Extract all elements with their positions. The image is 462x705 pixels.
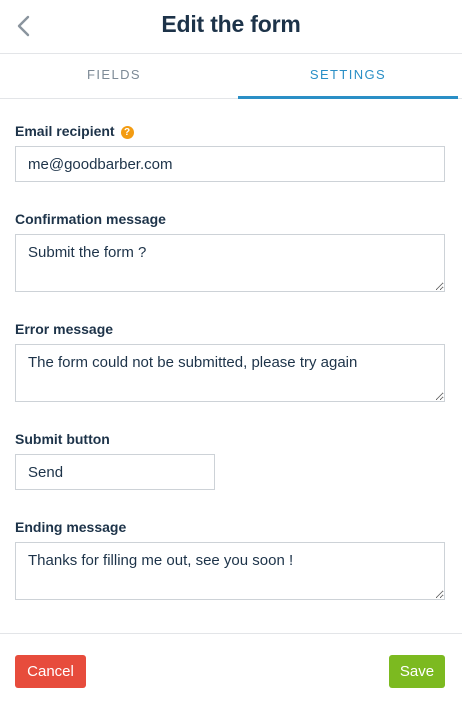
save-button[interactable]: Save xyxy=(389,655,445,688)
footer-divider xyxy=(0,633,462,634)
tab-bar: FIELDS SETTINGS xyxy=(0,55,462,99)
tab-fields[interactable]: FIELDS xyxy=(0,55,228,99)
ending-message-textarea[interactable]: Thanks for filling me out, see you soon … xyxy=(15,542,445,600)
email-recipient-label-text: Email recipient xyxy=(15,123,115,139)
submit-button-input[interactable] xyxy=(15,454,215,490)
tab-settings[interactable]: SETTINGS xyxy=(238,55,458,99)
submit-button-label: Submit button xyxy=(15,431,110,447)
help-icon[interactable]: ? xyxy=(120,126,134,139)
ending-message-label: Ending message xyxy=(15,519,127,535)
page-title: Edit the form xyxy=(161,11,301,37)
header: Edit the form xyxy=(0,0,462,54)
confirmation-message-textarea[interactable]: Submit the form ? xyxy=(15,234,445,292)
cancel-button[interactable]: Cancel xyxy=(15,655,86,688)
email-recipient-input[interactable] xyxy=(15,146,445,182)
confirmation-message-label: Confirmation message xyxy=(15,211,166,227)
email-recipient-label: Email recipient? xyxy=(15,123,134,139)
error-message-label: Error message xyxy=(15,321,114,337)
error-message-textarea[interactable]: The form could not be submitted, please … xyxy=(15,344,445,402)
